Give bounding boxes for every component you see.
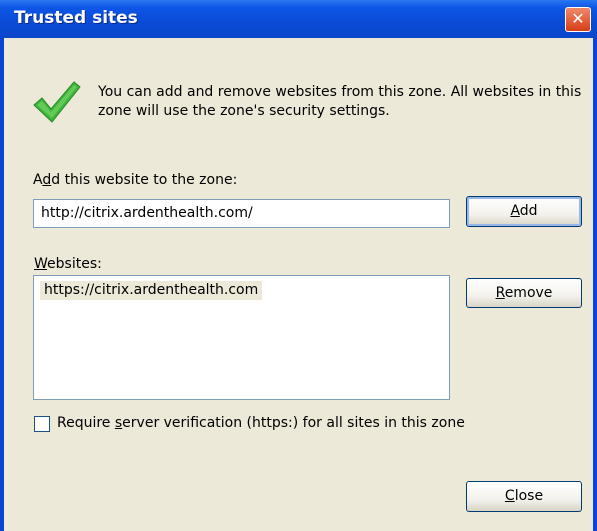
zone-description: You can add and remove websites from thi… [98, 84, 582, 119]
add-label-post: d this website to the zone: [51, 172, 238, 188]
add-website-label: Add this website to the zone: [33, 172, 237, 188]
close-icon[interactable]: ✕ [565, 7, 591, 32]
require-server-verification-label[interactable]: Require server verification (https:) for… [57, 415, 465, 431]
dialog-title: Trusted sites [14, 8, 138, 28]
website-url-input[interactable]: http://citrix.ardenthealth.com/ [33, 199, 450, 228]
trusted-sites-dialog: Trusted sites ✕ You can add and remove w… [0, 0, 597, 531]
add-button-accesskey: A [510, 203, 520, 219]
add-button[interactable]: Add [466, 196, 582, 227]
websites-list[interactable]: https://citrix.ardenthealth.com [33, 275, 450, 400]
require-label-post: erver verification (https:) for all site… [122, 415, 465, 431]
title-bar[interactable]: Trusted sites ✕ [0, 0, 597, 38]
remove-button[interactable]: Remove [466, 278, 582, 308]
close-button[interactable]: Close [466, 481, 582, 512]
remove-button-label: emove [504, 285, 553, 301]
add-label-pre: A [33, 172, 43, 188]
check-icon [33, 81, 81, 123]
websites-label-accesskey: W [34, 256, 48, 272]
require-label-pre: Require [57, 415, 115, 431]
require-server-verification-checkbox[interactable] [34, 416, 50, 432]
add-label-accesskey: d [42, 172, 52, 188]
close-button-accesskey: C [504, 488, 515, 504]
websites-label: Websites: [34, 256, 102, 272]
remove-button-accesskey: R [495, 285, 505, 301]
close-button-label: lose [514, 488, 544, 504]
add-button-label: dd [519, 203, 538, 219]
websites-label-text: ebsites: [47, 256, 102, 272]
list-item[interactable]: https://citrix.ardenthealth.com [40, 281, 263, 300]
